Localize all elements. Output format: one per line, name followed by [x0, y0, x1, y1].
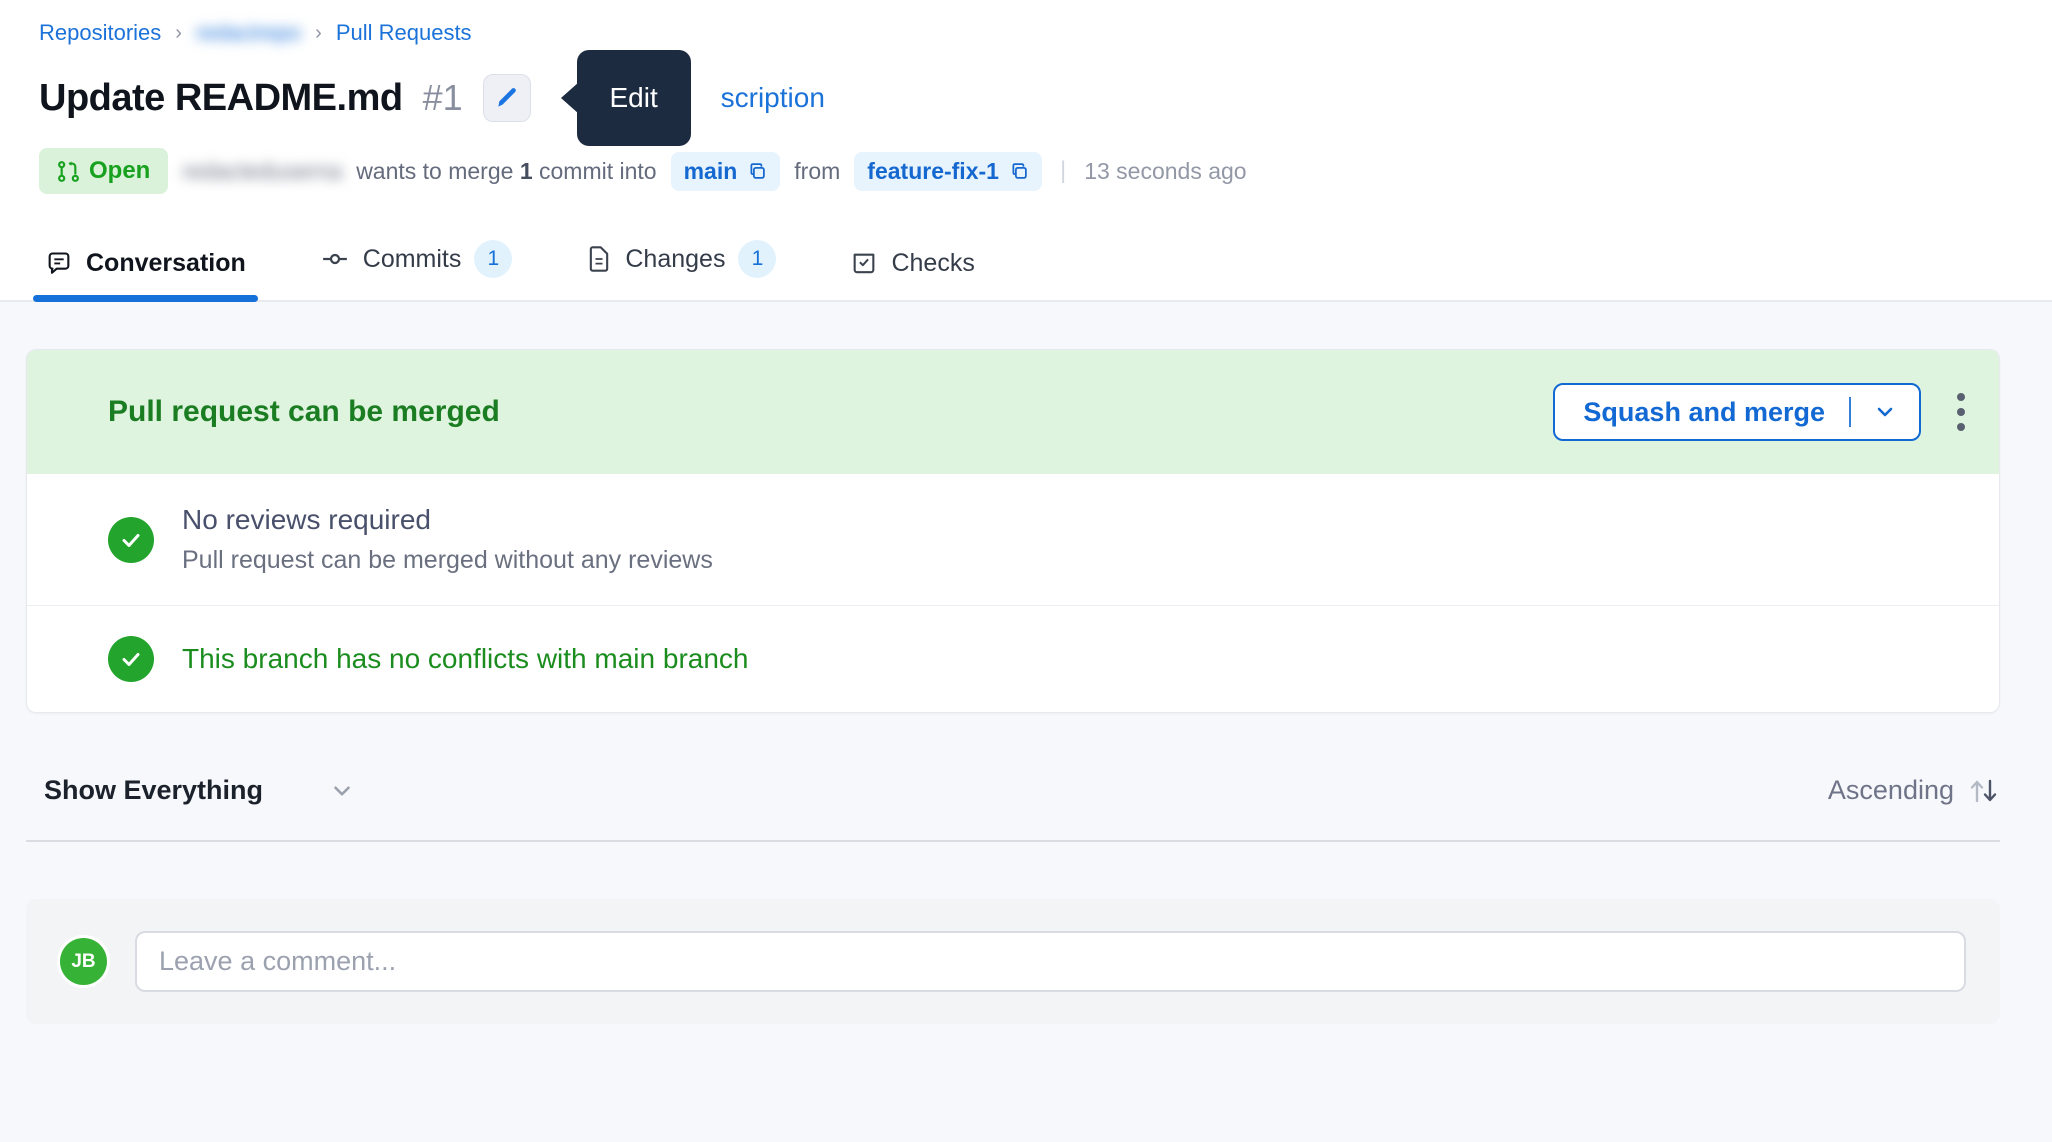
merge-banner-title: Pull request can be merged: [108, 395, 500, 429]
conflict-check-title: This branch has no conflicts with main b…: [182, 643, 749, 675]
check-circle-icon: [108, 517, 154, 563]
kebab-dot: [1957, 423, 1965, 431]
comment-input[interactable]: [135, 931, 1966, 992]
timeline-sort-label: Ascending: [1828, 775, 1954, 806]
tab-checks-label: Checks: [891, 249, 974, 278]
comment-composer: JB: [26, 899, 2000, 1024]
review-check-subtitle: Pull request can be merged without any r…: [182, 546, 713, 575]
edit-tooltip: Edit: [577, 50, 691, 146]
pr-header: Repositories › redactrepo › Pull Request…: [0, 0, 2052, 194]
check-circle-icon: [108, 636, 154, 682]
tab-checks[interactable]: Checks: [844, 243, 980, 300]
edit-title-button[interactable]: [483, 74, 531, 122]
button-divider: [1849, 397, 1851, 427]
timeline-filter-label: Show Everything: [44, 775, 263, 806]
commit-icon: [320, 244, 350, 274]
author-name-redacted: redacteduserna: [182, 158, 342, 185]
checklist-icon: [850, 250, 878, 278]
status-badge-label: Open: [89, 157, 150, 185]
pencil-icon: [494, 85, 520, 111]
merge-status-card: Pull request can be merged Squash and me…: [26, 349, 2000, 713]
source-branch-label: feature-fix-1: [867, 158, 999, 185]
target-branch-pill[interactable]: main: [671, 152, 781, 191]
source-branch-pill[interactable]: feature-fix-1: [854, 152, 1042, 191]
tab-changes-label: Changes: [625, 245, 725, 274]
tab-changes-count-badge: 1: [738, 240, 776, 278]
avatar: JB: [60, 938, 107, 985]
pr-number: #1: [423, 77, 463, 119]
breadcrumb-pull-requests-link[interactable]: Pull Requests: [336, 20, 472, 46]
tab-commits[interactable]: Commits 1: [314, 234, 519, 300]
timeline-sort-toggle[interactable]: Ascending: [1828, 775, 2000, 806]
timeline-filter-dropdown[interactable]: Show Everything: [44, 775, 355, 806]
speech-bubble-icon: [45, 250, 73, 278]
merge-text-mid: commit into: [539, 158, 657, 184]
commit-count: 1: [520, 158, 533, 184]
title-row: Update README.md #1 Edit scription: [39, 70, 2000, 126]
merge-text-pre: wants to merge: [356, 158, 513, 184]
pr-status-line: Open redacteduserna wants to merge 1 com…: [39, 148, 2000, 194]
review-check-title: No reviews required: [182, 504, 713, 536]
chevron-down-icon: [329, 778, 355, 804]
kebab-dot: [1957, 393, 1965, 401]
pr-tabbar: Conversation Commits 1 Changes 1: [0, 234, 2052, 302]
merge-banner: Pull request can be merged Squash and me…: [27, 350, 1999, 474]
page-title: Update README.md: [39, 77, 403, 120]
copy-icon[interactable]: [1009, 161, 1029, 181]
merge-sentence-pre: wants to merge 1 commit into: [356, 158, 656, 185]
kebab-dot: [1957, 408, 1965, 416]
conflict-check-row: This branch has no conflicts with main b…: [27, 605, 1999, 712]
copy-icon[interactable]: [747, 161, 767, 181]
timeline-controls: Show Everything Ascending: [26, 775, 2000, 806]
tab-commits-label: Commits: [363, 245, 462, 274]
tab-conversation-label: Conversation: [86, 249, 246, 278]
tab-changes[interactable]: Changes 1: [580, 234, 782, 300]
chevron-down-icon: [1873, 400, 1897, 424]
pull-request-icon: [57, 160, 80, 183]
squash-and-merge-button[interactable]: Squash and merge: [1553, 383, 1921, 441]
tab-commits-count-badge: 1: [474, 240, 512, 278]
squash-and-merge-label: Squash and merge: [1555, 397, 1849, 428]
description-link-partial[interactable]: scription: [721, 82, 825, 114]
timeline-divider: [26, 840, 2000, 842]
created-timestamp: 13 seconds ago: [1084, 158, 1246, 185]
review-check-texts: No reviews required Pull request can be …: [182, 504, 713, 575]
tab-conversation[interactable]: Conversation: [39, 243, 252, 300]
sort-arrows-icon: [1966, 776, 2000, 806]
status-badge: Open: [39, 148, 168, 194]
edit-tooltip-label: Edit: [610, 82, 658, 114]
conversation-panel: Pull request can be merged Squash and me…: [0, 302, 2052, 1142]
vertical-separator: |: [1060, 157, 1066, 185]
merge-banner-actions: Squash and merge: [1553, 383, 1973, 441]
breadcrumb-repositories-link[interactable]: Repositories: [39, 20, 161, 46]
breadcrumb-separator-2: ›: [315, 22, 322, 45]
breadcrumb-repo-link-redacted[interactable]: redactrepo: [196, 20, 301, 46]
file-icon: [586, 245, 612, 273]
from-word: from: [794, 158, 840, 185]
breadcrumb: Repositories › redactrepo › Pull Request…: [39, 20, 2000, 46]
review-check-row: No reviews required Pull request can be …: [27, 474, 1999, 605]
breadcrumb-separator: ›: [175, 22, 182, 45]
merge-options-caret[interactable]: [1851, 400, 1919, 424]
merge-more-options-button[interactable]: [1949, 385, 1973, 439]
target-branch-label: main: [684, 158, 738, 185]
